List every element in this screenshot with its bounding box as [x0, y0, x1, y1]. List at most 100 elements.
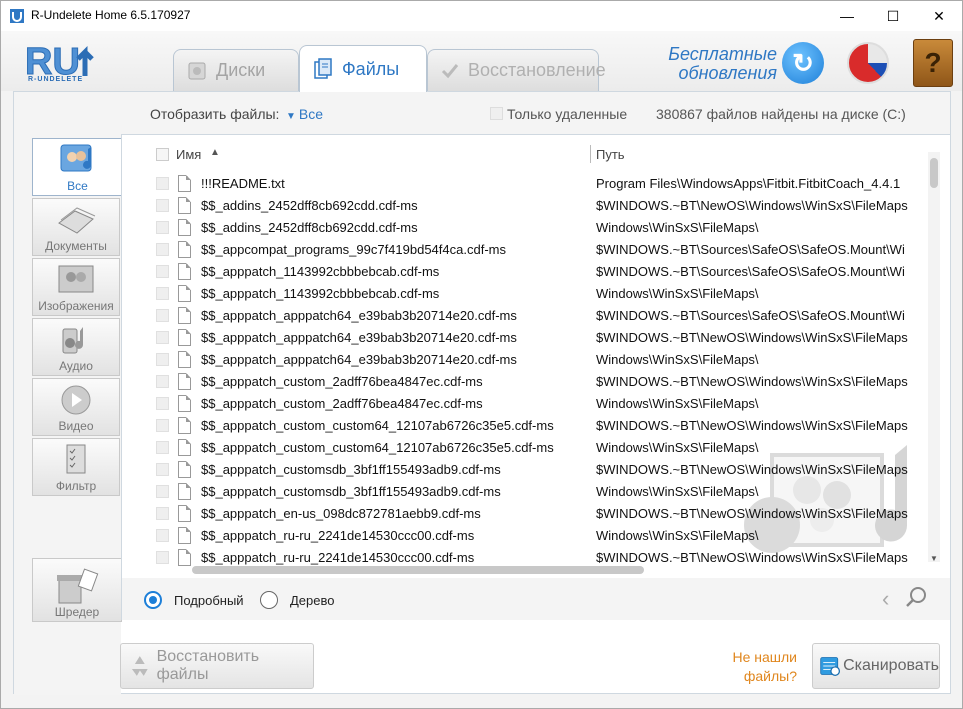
category-audio[interactable]: Аудио: [32, 318, 120, 376]
table-row[interactable]: $$_apppatch_apppatch64_e39bab3b20714e20.…: [122, 327, 930, 349]
column-name-header[interactable]: Имя: [176, 147, 201, 162]
row-checkbox[interactable]: [156, 551, 169, 564]
row-checkbox[interactable]: [156, 397, 169, 410]
table-row[interactable]: $$_apppatch_custom_2adff76bea4847ec.cdf-…: [122, 371, 930, 393]
table-row[interactable]: $$_apppatch_apppatch64_e39bab3b20714e20.…: [122, 349, 930, 371]
tab-restore[interactable]: Восстановление: [427, 49, 606, 91]
category-filter[interactable]: Фильтр: [32, 438, 120, 496]
category-video[interactable]: Видео: [32, 378, 120, 436]
tab-disks[interactable]: Диски: [173, 49, 299, 91]
row-checkbox[interactable]: [156, 485, 169, 498]
language-flag-icon[interactable]: [847, 42, 889, 84]
scan-icon: [820, 657, 841, 676]
window-title: R-Undelete Home 6.5.170927: [31, 8, 191, 22]
file-path: $WINDOWS.~BT\Sources\SafeOS\SafeOS.Mount…: [596, 242, 905, 257]
show-files-dropdown[interactable]: ▼ Все: [286, 106, 323, 122]
file-path: Windows\WinSxS\FileMaps\: [596, 220, 759, 235]
table-row[interactable]: $$_apppatch_1143992cbbbebcab.cdf-ms $WIN…: [122, 261, 930, 283]
file-name: $$_apppatch_ru-ru_2241de14530ccc00.cdf-m…: [201, 550, 475, 565]
file-path: $WINDOWS.~BT\Sources\SafeOS\SafeOS.Mount…: [596, 264, 905, 279]
column-separator[interactable]: [590, 145, 591, 163]
app-window: R-Undelete Home 6.5.170927 — ☐ ✕ RU R-UN…: [0, 0, 963, 709]
table-row[interactable]: $$_apppatch_apppatch64_e39bab3b20714e20.…: [122, 305, 930, 327]
not-found-line2: файлы?: [743, 668, 797, 684]
row-checkbox[interactable]: [156, 529, 169, 542]
shredder-label: Шредер: [54, 605, 100, 619]
row-checkbox[interactable]: [156, 419, 169, 432]
column-path-header[interactable]: Путь: [596, 147, 625, 162]
files-found-status: 380867 файлов найдены на диске (C:): [656, 106, 906, 122]
row-checkbox[interactable]: [156, 331, 169, 344]
not-found-link[interactable]: Не нашли файлы?: [715, 648, 797, 686]
file-name: $$_appcompat_programs_99c7f419bd54f4ca.c…: [201, 242, 506, 257]
file-name: $$_apppatch_en-us_098dc872781aebb9.cdf-m…: [201, 506, 481, 521]
documents-icon: [58, 207, 96, 234]
free-updates-line1: Бесплатные: [668, 44, 777, 64]
table-row[interactable]: $$_apppatch_custom_2adff76bea4847ec.cdf-…: [122, 393, 930, 415]
minimize-button[interactable]: —: [824, 1, 870, 31]
row-checkbox[interactable]: [156, 265, 169, 278]
file-icon: [178, 373, 191, 390]
tab-files-label: Файлы: [342, 58, 400, 79]
search-back-icon[interactable]: ‹: [882, 586, 889, 612]
category-images[interactable]: Изображения: [32, 258, 120, 316]
table-row[interactable]: $$_apppatch_customsdb_3bf1ff155493adb9.c…: [122, 459, 930, 481]
only-deleted-checkbox[interactable]: [490, 107, 503, 120]
table-row[interactable]: $$_apppatch_ru-ru_2241de14530ccc00.cdf-m…: [122, 525, 930, 547]
row-checkbox[interactable]: [156, 287, 169, 300]
refresh-icon[interactable]: ↻: [782, 42, 824, 84]
row-checkbox[interactable]: [156, 353, 169, 366]
row-checkbox[interactable]: [156, 243, 169, 256]
row-checkbox[interactable]: [156, 221, 169, 234]
checkmark-icon: [440, 60, 460, 82]
table-row[interactable]: $$_addins_2452dff8cb692cdd.cdf-ms $WINDO…: [122, 195, 930, 217]
table-row[interactable]: $$_apppatch_customsdb_3bf1ff155493adb9.c…: [122, 481, 930, 503]
file-icon: [178, 527, 191, 544]
row-checkbox[interactable]: [156, 441, 169, 454]
table-row[interactable]: $$_apppatch_en-us_098dc872781aebb9.cdf-m…: [122, 503, 930, 525]
table-row[interactable]: $$_appcompat_programs_99c7f419bd54f4ca.c…: [122, 239, 930, 261]
file-icon: [178, 351, 191, 368]
files-icon: [312, 58, 334, 80]
free-updates-link[interactable]: Бесплатные обновления: [653, 45, 777, 83]
maximize-button[interactable]: ☐: [870, 1, 916, 31]
file-icon: [178, 461, 191, 478]
shredder-button[interactable]: Шредер: [32, 558, 122, 622]
file-icon: [178, 175, 191, 192]
tab-files[interactable]: Файлы: [299, 45, 427, 92]
table-row[interactable]: !!!README.txt Program Files\WindowsApps\…: [122, 173, 930, 195]
view-detailed-radio[interactable]: [144, 591, 162, 609]
row-checkbox[interactable]: [156, 463, 169, 476]
row-checkbox[interactable]: [156, 199, 169, 212]
close-button[interactable]: ✕: [916, 1, 962, 31]
category-all[interactable]: Все: [32, 138, 122, 196]
file-path: Windows\WinSxS\FileMaps\: [596, 440, 759, 455]
search-icon[interactable]: [905, 586, 927, 608]
table-row[interactable]: $$_apppatch_ru-ru_2241de14530ccc00.cdf-m…: [122, 547, 930, 569]
file-icon: [178, 197, 191, 214]
row-checkbox[interactable]: [156, 375, 169, 388]
row-checkbox[interactable]: [156, 507, 169, 520]
only-deleted-label: Только удаленные: [507, 106, 628, 122]
file-path: Windows\WinSxS\FileMaps\: [596, 484, 759, 499]
disk-icon: [186, 60, 208, 82]
tab-restore-label: Восстановление: [468, 60, 606, 80]
select-all-checkbox[interactable]: [156, 148, 169, 161]
view-mode-bar: Подробный Дерево ‹: [121, 578, 950, 620]
category-documents[interactable]: Документы: [32, 198, 120, 256]
table-row[interactable]: $$_apppatch_custom_custom64_12107ab6726c…: [122, 415, 930, 437]
scan-button[interactable]: Сканировать: [812, 643, 940, 689]
sort-ascending-icon: ▲: [210, 147, 220, 158]
view-tree-radio[interactable]: [260, 591, 278, 609]
help-book-icon[interactable]: ?: [913, 39, 953, 87]
row-checkbox[interactable]: [156, 309, 169, 322]
restore-files-button[interactable]: Восстановить файлы: [120, 643, 314, 689]
file-name: $$_apppatch_custom_custom64_12107ab6726c…: [201, 418, 554, 433]
row-checkbox[interactable]: [156, 177, 169, 190]
file-path: $WINDOWS.~BT\NewOS\Windows\WinSxS\FileMa…: [596, 330, 908, 345]
file-icon: [178, 439, 191, 456]
table-row[interactable]: $$_apppatch_custom_custom64_12107ab6726c…: [122, 437, 930, 459]
table-row[interactable]: $$_apppatch_1143992cbbbebcab.cdf-ms Wind…: [122, 283, 930, 305]
table-row[interactable]: $$_addins_2452dff8cb692cdd.cdf-ms Window…: [122, 217, 930, 239]
logo-text: R-UNDELETE: [28, 76, 84, 83]
